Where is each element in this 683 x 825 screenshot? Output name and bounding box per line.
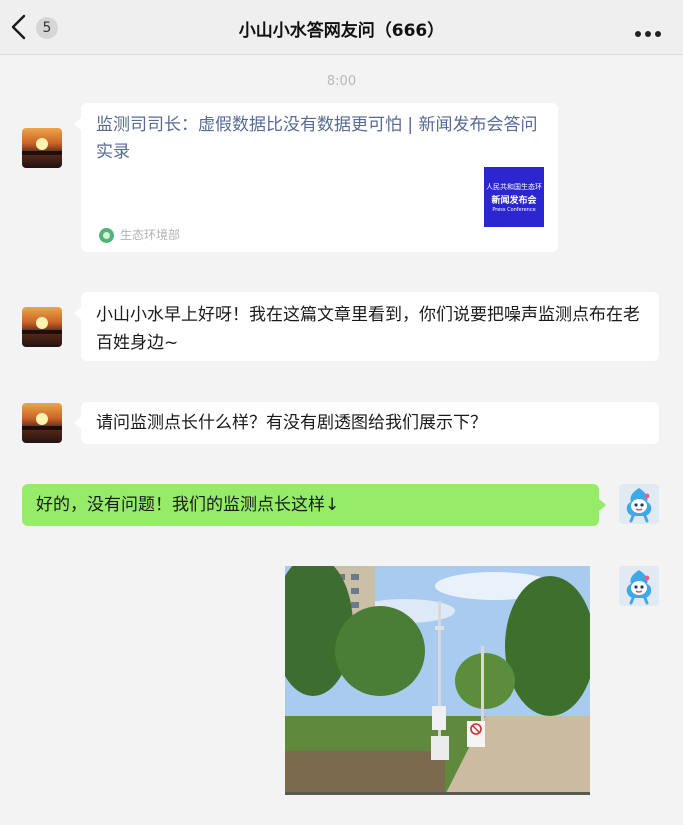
thumbnail-line1: 人民共和国生态环 [486,183,542,191]
message-bubble[interactable]: 请问监测点长什么样？有没有剧透图给我们展示下？ [74,402,659,444]
article-source-label: 生态环境部 [120,228,181,242]
message-bubble[interactable]: 小山小水早上好呀！我在这篇文章里看到，你们说要把噪声监测点布在老百姓身边~ [74,292,659,361]
mascot-icon [626,488,652,523]
ministry-logo-icon [99,228,114,243]
more-dot [655,31,661,37]
message-timestamp: 8:00 [326,74,357,89]
message-text: 小山小水早上好呀！我在这篇文章里看到，你们说要把噪声监测点布在老百姓身边~ [96,305,640,353]
no-smoking-sign-icon [467,721,485,747]
noise-monitoring-station-photo[interactable] [285,566,590,795]
thumbnail-line3: Press Conference [492,207,536,213]
photo-scene [285,566,590,795]
chat-header: 5 小山小水答网友问（666） [0,0,683,55]
message-text: 好的，没有问题！我们的监测点长这样↓ [36,495,340,515]
own-avatar[interactable] [619,566,659,606]
article-source: 生态环境部 [99,227,180,243]
thumbnail-line2: 新闻发布会 [491,196,537,206]
mascot-icon [626,570,652,605]
message-text: 请问监测点长什么样？有没有剧透图给我们展示下？ [96,413,487,433]
sender-avatar[interactable] [22,307,62,347]
more-dots-icon [635,31,641,37]
own-avatar[interactable] [619,484,659,524]
article-card-title[interactable]: 监测司司长：虚假数据比没有数据更可怕 | 新闻发布会答问实录 [96,112,546,166]
more-dot [645,31,651,37]
article-card[interactable]: 监测司司长：虚假数据比没有数据更可怕 | 新闻发布会答问实录 人民共和国生态环 … [74,103,558,252]
more-options-button[interactable] [635,22,671,37]
own-message-bubble[interactable]: 好的，没有问题！我们的监测点长这样↓ [22,484,606,526]
article-thumbnail: 人民共和国生态环 新闻发布会 Press Conference [484,167,544,227]
sender-avatar[interactable] [22,128,62,168]
chat-title: 小山小水答网友问（666） [238,21,445,41]
sender-avatar[interactable] [22,403,62,443]
